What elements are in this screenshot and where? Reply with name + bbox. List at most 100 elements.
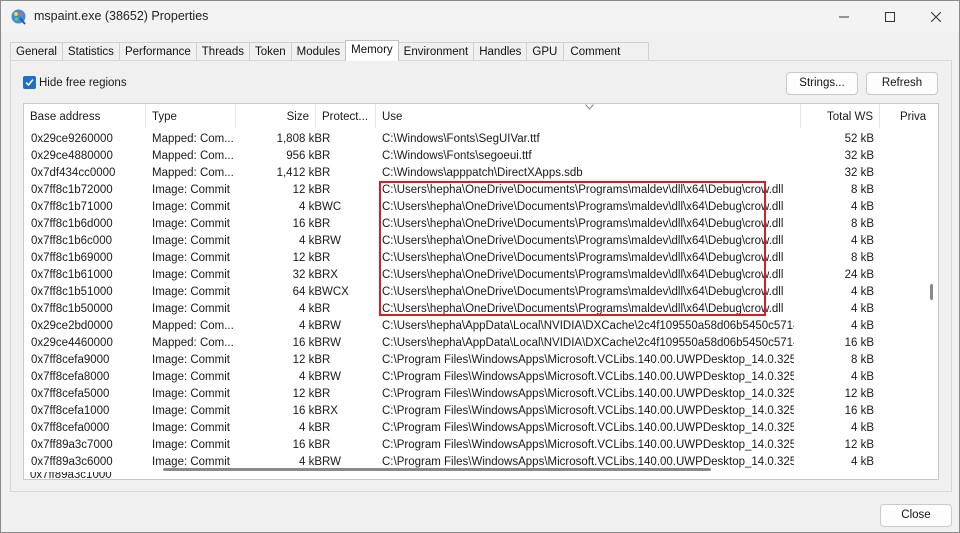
table-row[interactable]: 0x7ff8cefa8000 Image: Commit 4 kB RW C:\Prog… [24, 369, 938, 386]
strings-button[interactable]: Strings... [786, 72, 858, 95]
minimize-button[interactable] [821, 1, 867, 32]
cell-type: Image: Commit [152, 269, 230, 281]
cell-protection: R [322, 422, 331, 434]
column-header-protection[interactable]: Protect... [316, 104, 376, 128]
table-row[interactable]: 0x29ce4880000 Mapped: Com... 956 kB R C:\Win… [24, 148, 938, 165]
cell-protection: WCX [322, 286, 349, 298]
column-header-total-ws[interactable]: Total WS [801, 104, 880, 128]
cell-base-address: 0x7ff89a3c7000 [31, 439, 113, 451]
table-row[interactable]: 0x29ce4460000 Mapped: Com... 16 kB RW C:\Use… [24, 335, 938, 352]
tab-token[interactable]: Token [248, 42, 292, 61]
tab-environment[interactable]: Environment [397, 42, 475, 61]
cell-total-ws: 4 kB [850, 201, 874, 213]
title-bar[interactable]: mspaint.exe (38652) Properties [1, 1, 959, 33]
table-row[interactable]: 0x7ff8c1b69000 Image: Commit 12 kB R C:\User… [24, 250, 938, 267]
paint-app-icon [11, 9, 26, 25]
cell-total-ws: 8 kB [850, 354, 874, 366]
cell-total-ws: 4 kB [850, 422, 874, 434]
table-row[interactable]: 0x7ff8c1b6d000 Image: Commit 16 kB R C:\User… [24, 216, 938, 233]
cell-use: C:\Windows\Fonts\segoeui.ttf [382, 150, 532, 162]
refresh-button[interactable]: Refresh [866, 72, 938, 95]
horizontal-scrollbar[interactable] [163, 468, 711, 471]
cell-size: 4 kB [298, 371, 322, 383]
window-title: mspaint.exe (38652) Properties [34, 9, 209, 23]
close-window-button[interactable] [913, 1, 959, 32]
cell-base-address: 0x7ff8c1b71000 [31, 201, 113, 213]
cell-protection: RW [322, 337, 341, 349]
cell-size: 12 kB [292, 184, 322, 196]
maximize-button[interactable] [867, 1, 913, 32]
tab-statistics[interactable]: Statistics [61, 42, 120, 61]
column-header-size[interactable]: Size [236, 104, 316, 128]
column-header-private[interactable]: Priva [880, 104, 938, 128]
tab-memory[interactable]: Memory [345, 40, 399, 61]
hide-free-regions-option[interactable]: Hide free regions [23, 76, 127, 89]
vertical-scrollbar[interactable] [930, 284, 933, 300]
tab-general[interactable]: General [10, 42, 63, 61]
cell-total-ws: 12 kB [844, 388, 874, 400]
cell-base-address: 0x7ff8c1b61000 [31, 269, 113, 281]
cell-type: Image: Commit [152, 286, 230, 298]
table-row[interactable]: 0x7ff8c1b72000 Image: Commit 12 kB R C:\User… [24, 182, 938, 199]
table-row[interactable]: 0x7ff8cefa5000 Image: Commit 12 kB R C:\Prog… [24, 386, 938, 403]
cell-use: C:\Program Files\WindowsApps\Microsoft.V… [382, 371, 794, 383]
cell-total-ws: 4 kB [850, 235, 874, 247]
tab-threads[interactable]: Threads [195, 42, 250, 61]
cell-use: C:\Users\hepha\OneDrive\Documents\Progra… [382, 218, 784, 230]
cell-type: Image: Commit [152, 303, 230, 315]
hide-free-regions-label: Hide free regions [39, 76, 127, 89]
table-row[interactable]: 0x7ff8cefa9000 Image: Commit 12 kB R C:\Prog… [24, 352, 938, 369]
cell-size: 4 kB [298, 201, 322, 213]
tab-strip: General Statistics Performance Threads T… [10, 40, 650, 61]
cell-base-address: 0x7ff8c1b6d000 [31, 218, 113, 230]
cell-protection: R [322, 133, 331, 145]
cell-protection: R [322, 388, 331, 400]
cell-total-ws: 32 kB [844, 150, 874, 162]
table-row[interactable]: 0x7ff8c1b50000 Image: Commit 4 kB R C:\Users… [24, 301, 938, 318]
cell-size: 12 kB [292, 252, 322, 264]
memory-table[interactable]: Base address Type Size Protect... Use To… [23, 103, 939, 480]
cell-base-address: 0x7ff8cefa9000 [31, 354, 110, 366]
table-row[interactable]: 0x7df434cc0000 Mapped: Com... 1,412 kB R C:\… [24, 165, 938, 182]
close-button[interactable]: Close [880, 504, 952, 527]
table-row[interactable]: 0x7ff8c1b51000 Image: Commit 64 kB WCX C:\Us… [24, 284, 938, 301]
cell-protection: R [322, 184, 331, 196]
cell-type: Mapped: Com... [152, 133, 234, 145]
table-row[interactable]: 0x7ff8c1b71000 Image: Commit 4 kB WC C:\User… [24, 199, 938, 216]
tab-modules[interactable]: Modules [290, 42, 347, 61]
cell-size: 4 kB [298, 422, 322, 434]
table-row[interactable]: 0x7ff8c1b61000 Image: Commit 32 kB RX C:\Use… [24, 267, 938, 284]
cell-type: Image: Commit [152, 439, 230, 451]
cell-base-address: 0x7ff8cefa1000 [31, 405, 110, 417]
cell-type: Mapped: Com... [152, 167, 234, 179]
cell-size: 16 kB [292, 405, 322, 417]
cell-size: 1,412 kB [276, 167, 322, 179]
table-header: Base address Type Size Protect... Use To… [24, 104, 938, 128]
cell-protection: R [322, 218, 331, 230]
hide-free-regions-checkbox[interactable] [23, 76, 36, 89]
table-body: 0x29ce9260000 Mapped: Com... 1,808 kB R C:\W… [24, 131, 938, 471]
table-row[interactable]: 0x7ff8c1b6c000 Image: Commit 4 kB RW C:\User… [24, 233, 938, 250]
cell-protection: RW [322, 235, 341, 247]
column-header-type[interactable]: Type [146, 104, 236, 128]
table-row[interactable]: 0x7ff8cefa0000 Image: Commit 4 kB R C:\Progr… [24, 420, 938, 437]
tab-performance[interactable]: Performance [118, 42, 197, 61]
cell-base-address: 0x29ce2bd0000 [31, 320, 113, 332]
tab-handles[interactable]: Handles [473, 42, 528, 61]
cell-use: C:\Users\hepha\AppData\Local\NVIDIA\DXCa… [382, 320, 794, 332]
cell-size: 16 kB [292, 439, 322, 451]
tab-gpu[interactable]: GPU [526, 42, 565, 61]
cell-use: C:\Users\hepha\AppData\Local\NVIDIA\DXCa… [382, 337, 794, 349]
table-row-partial[interactable]: 0x7ff89a3c1000 [23, 472, 143, 479]
column-header-base-address[interactable]: Base address [24, 104, 146, 128]
cell-protection: WC [322, 201, 342, 213]
table-row[interactable]: 0x29ce9260000 Mapped: Com... 1,808 kB R C:\W… [24, 131, 938, 148]
cell-protection: R [322, 252, 331, 264]
cell-type: Image: Commit [152, 235, 230, 247]
tab-comment[interactable]: Comment [563, 42, 650, 61]
table-row[interactable]: 0x7ff8cefa1000 Image: Commit 16 kB RX C:\Pro… [24, 403, 938, 420]
cell-protection: R [322, 167, 331, 179]
table-row[interactable]: 0x29ce2bd0000 Mapped: Com... 4 kB RW C:\User… [24, 318, 938, 335]
table-row[interactable]: 0x7ff89a3c7000 Image: Commit 16 kB R C:\Prog… [24, 437, 938, 454]
cell-total-ws: 4 kB [850, 303, 874, 315]
